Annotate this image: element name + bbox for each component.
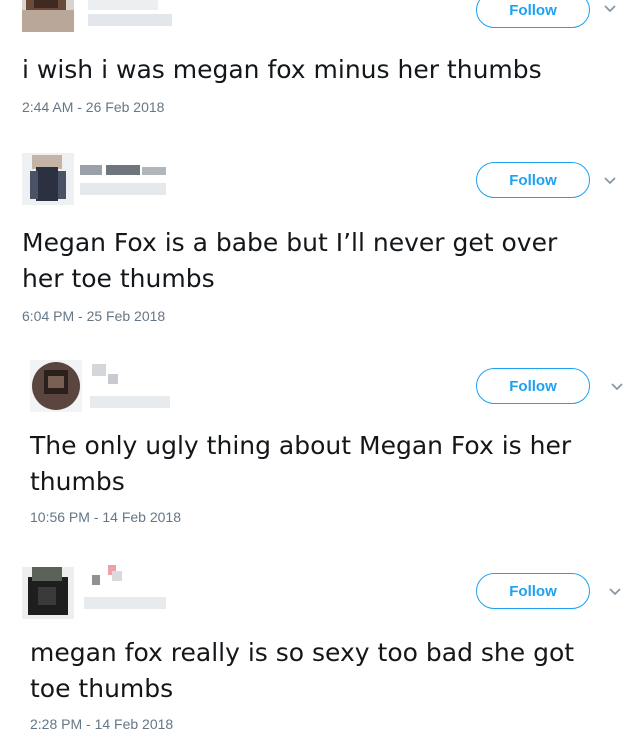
chevron-down-icon[interactable] [603, 4, 617, 14]
user-avatar[interactable] [22, 567, 74, 619]
tweet-timestamp[interactable]: 10:56 PM - 14 Feb 2018 [30, 509, 181, 525]
blurred-name-image [80, 165, 166, 195]
pixelated-avatar [30, 360, 82, 412]
username-blurred[interactable] [84, 559, 174, 611]
chevron-down-icon[interactable] [603, 176, 617, 186]
tweet-text: i wish i was megan fox minus her thumbs [22, 55, 542, 84]
pixelated-avatar [22, 0, 74, 32]
user-avatar[interactable] [22, 153, 74, 205]
username-blurred[interactable] [88, 0, 178, 32]
user-avatar[interactable] [30, 360, 82, 412]
user-avatar[interactable] [22, 0, 74, 32]
tweet-card: Follow i wish i was megan fox minus her … [0, 0, 638, 130]
username-blurred[interactable] [80, 163, 180, 199]
follow-button[interactable]: Follow [476, 162, 590, 198]
tweet-text: The only ugly thing about Megan Fox is h… [30, 431, 572, 496]
pixelated-avatar [22, 567, 74, 619]
follow-button[interactable]: Follow [476, 0, 590, 28]
tweet-text: megan fox really is so sexy too bad she … [30, 638, 575, 703]
tweet-timestamp[interactable]: 2:44 AM - 26 Feb 2018 [22, 99, 164, 115]
tweet-card: Follow Megan Fox is a babe but I’ll neve… [0, 145, 638, 345]
chevron-down-icon[interactable] [610, 382, 624, 392]
pixelated-avatar [22, 153, 74, 205]
blurred-name-image [90, 364, 170, 408]
follow-button[interactable]: Follow [476, 368, 590, 404]
tweet-card: Follow megan fox really is so sexy too b… [0, 555, 638, 750]
tweet-text: Megan Fox is a babe but I’ll never get o… [22, 228, 558, 293]
blurred-name-image [88, 0, 172, 26]
tweet-card: Follow The only ugly thing about Megan F… [0, 360, 638, 540]
tweet-timestamp[interactable]: 2:28 PM - 14 Feb 2018 [30, 716, 173, 732]
tweet-timestamp[interactable]: 6:04 PM - 25 Feb 2018 [22, 308, 165, 324]
follow-button[interactable]: Follow [476, 573, 590, 609]
username-blurred[interactable] [90, 364, 180, 410]
blurred-name-image [84, 565, 166, 609]
chevron-down-icon[interactable] [608, 587, 622, 597]
